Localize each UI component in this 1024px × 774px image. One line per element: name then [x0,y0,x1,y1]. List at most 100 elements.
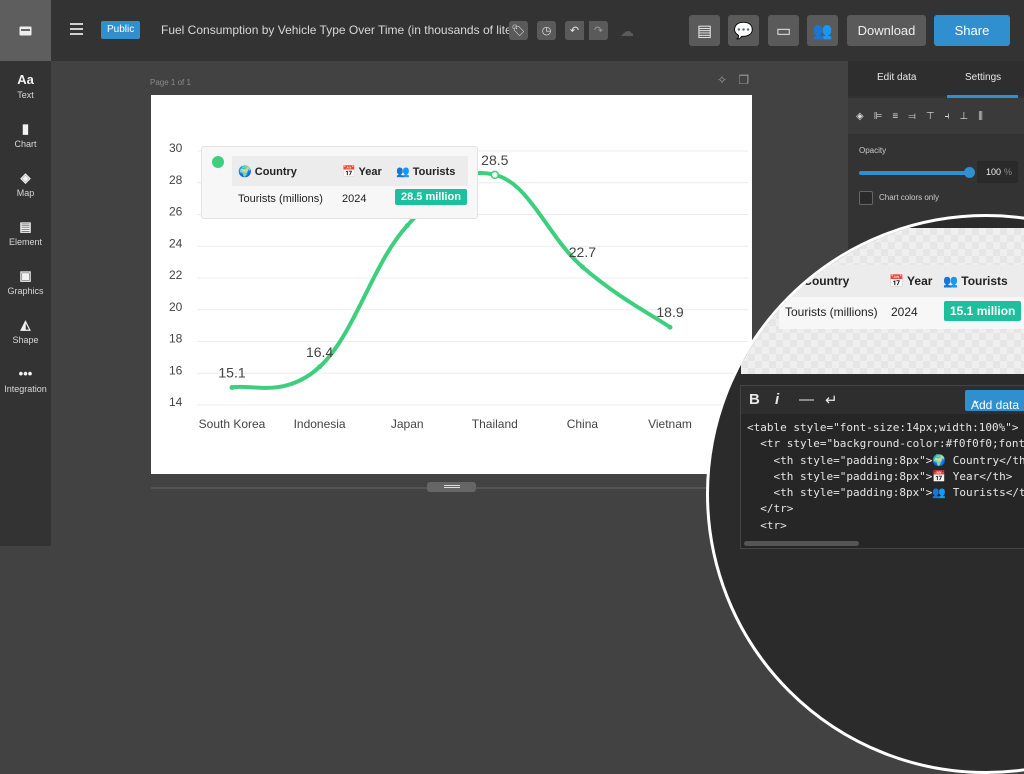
chart-icon: ▮ [21,120,30,136]
tooltip-header-country: 🌍 Country [238,166,297,178]
align-middle-icon[interactable]: ⫞ [945,111,950,122]
download-button[interactable]: Download [847,15,926,46]
magnifier-callout: 🌍 Country 📅 Year 👥 Tourists Tourists (mi… [706,214,1024,774]
sidebar-item-map[interactable]: ◈ Map [0,159,51,208]
sidebar-item-label: Shape [12,334,39,345]
page-resize-handle[interactable] [427,482,476,492]
present-button[interactable]: ▭ [768,15,799,46]
share-button[interactable]: Share [934,15,1010,46]
sidebar-item-label: Element [8,236,43,247]
page-label: Page 1 of 1 [150,78,191,87]
sidebar-item-element[interactable]: ▤ Element [0,208,51,257]
opacity-slider-handle[interactable] [964,167,975,178]
text-icon: Aa [17,71,34,87]
sidebar-item-chart[interactable]: ▮ Chart [0,110,51,159]
code-line: <th style="padding:8px">📅 Year</th> [747,469,1013,483]
magic-wand-icon[interactable]: ✧ [717,73,727,87]
opacity-slider[interactable] [859,171,970,175]
y-tick-label: 16 [169,363,183,377]
series-color-dot [212,156,224,168]
sidebar-item-integration[interactable]: ••• Integration [0,355,51,404]
more-icon: ••• [18,365,33,381]
left-sidebar: Aa Text ▮ Chart ◈ Map ▤ Element ▣ Graphics ◭ S… [0,61,51,546]
graphics-icon: ▣ [19,267,32,283]
document-title[interactable]: Fuel Consumption by Vehicle Type Over Ti… [161,23,526,37]
code-line: <th style="padding:8px">🌍 Country</th> [747,453,1024,467]
sidebar-item-text[interactable]: Aa Text [0,61,51,110]
preview-data-row: Tourists (millions) 2024 15.1 million [779,297,1024,327]
x-tick-label: Thailand [472,417,518,431]
align-top-icon[interactable]: ⊤ [926,111,935,122]
data-point [404,223,410,229]
code-content[interactable]: <table style="font-size:14px;width:100%"… [747,420,1024,534]
comment-button[interactable]: 💬 [728,15,759,46]
y-tick-label: 14 [169,395,183,409]
alignment-toolbar: ◈ ⊫ ≡ ⫤ ⊤ ⫞ ⊥ ⫼ [848,98,1024,134]
tag-button[interactable]: 🏷 [509,21,528,40]
undo-button[interactable]: ↶ [565,21,584,40]
sidebar-item-graphics[interactable]: ▣ Graphics [0,257,51,306]
code-line: <th style="padding:8px">👥 Tourists</th> [747,486,1024,500]
preview-header-year: 📅 Year [889,274,933,288]
y-tick-label: 22 [169,268,183,282]
home-button[interactable] [0,0,51,61]
collaborators-button[interactable]: 👥 [807,15,838,46]
sidebar-item-label: Integration [4,383,47,394]
line-break-button[interactable]: ↵ [825,391,838,409]
inbox-icon [19,26,32,36]
bold-button[interactable]: B [749,391,760,408]
x-tick-label: Vietnam [648,417,692,431]
page-tools: ✧ ❐ [717,73,749,87]
preview-header-row: 🌍 Country 📅 Year 👥 Tourists [779,265,1024,297]
preview-cell-label: Tourists (millions) [785,305,878,319]
tooltip-cell-value: 28.5 million [395,189,467,205]
code-line: <tr> [747,518,787,532]
opacity-input[interactable]: 100% [977,161,1018,183]
duplicate-page-icon[interactable]: ❐ [738,73,749,87]
notes-icon: ▤ [696,22,713,40]
align-center-icon[interactable]: ≡ [892,111,898,122]
align-right-icon[interactable]: ⫤ [908,111,916,122]
element-icon: ▤ [19,218,32,234]
layers-icon[interactable]: ◈ [856,111,864,122]
comment-icon: 💬 [733,22,754,40]
notes-button[interactable]: ▤ [689,15,720,46]
tooltip-cell-label: Tourists (millions) [238,193,323,205]
sidebar-item-label: Text [17,89,34,100]
tab-edit-data[interactable]: Edit data [877,72,916,83]
align-left-icon[interactable]: ⊫ [874,111,883,122]
tab-settings[interactable]: Settings [965,72,1001,83]
top-bar: Public Fuel Consumption by Vehicle Type … [0,0,1024,61]
align-bottom-icon[interactable]: ⊥ [960,111,969,122]
y-tick-label: 18 [169,332,183,346]
history-button[interactable]: ◷ [537,21,556,40]
horizontal-scrollbar[interactable] [744,541,859,546]
tooltip-header-row: 🌍 Country 📅 Year 👥 Tourists [232,156,468,186]
x-tick-label: China [567,417,599,431]
italic-button[interactable]: i [775,391,779,408]
opacity-label: Opacity [859,146,887,155]
horizontal-rule-button[interactable]: — [799,391,814,408]
code-line: <tr style="background-color:#f0f0f0;font… [747,437,1024,451]
menu-button[interactable] [70,23,83,35]
chart-colors-only-label: Chart colors only [879,193,940,202]
data-point [490,170,500,180]
add-data-button[interactable]: Add data ⌄ [965,390,1024,412]
add-data-label: Add data [971,398,1020,412]
collaborators-icon: 👥 [812,22,833,40]
sidebar-item-shape[interactable]: ◭ Shape [0,306,51,355]
redo-button[interactable]: ↷ [589,21,608,40]
chart-colors-only-checkbox[interactable] [859,191,873,205]
visibility-badge[interactable]: Public [101,21,141,39]
preview-header-tourists: 👥 Tourists [943,274,1008,288]
distribute-icon[interactable]: ⫼ [978,111,983,122]
html-code-editor[interactable]: B i — ↵ Add data ⌄ <table style="font-si… [740,385,1024,549]
code-line: <table style="font-size:14px;width:100%"… [747,421,1019,434]
x-tick-label: Indonesia [294,417,346,431]
redo-icon: ↷ [593,25,604,37]
data-point [229,385,235,391]
data-label: 22.7 [569,244,596,260]
sidebar-item-label: Chart [14,138,37,149]
opacity-value: 100 [985,167,1001,177]
data-point [317,364,323,370]
